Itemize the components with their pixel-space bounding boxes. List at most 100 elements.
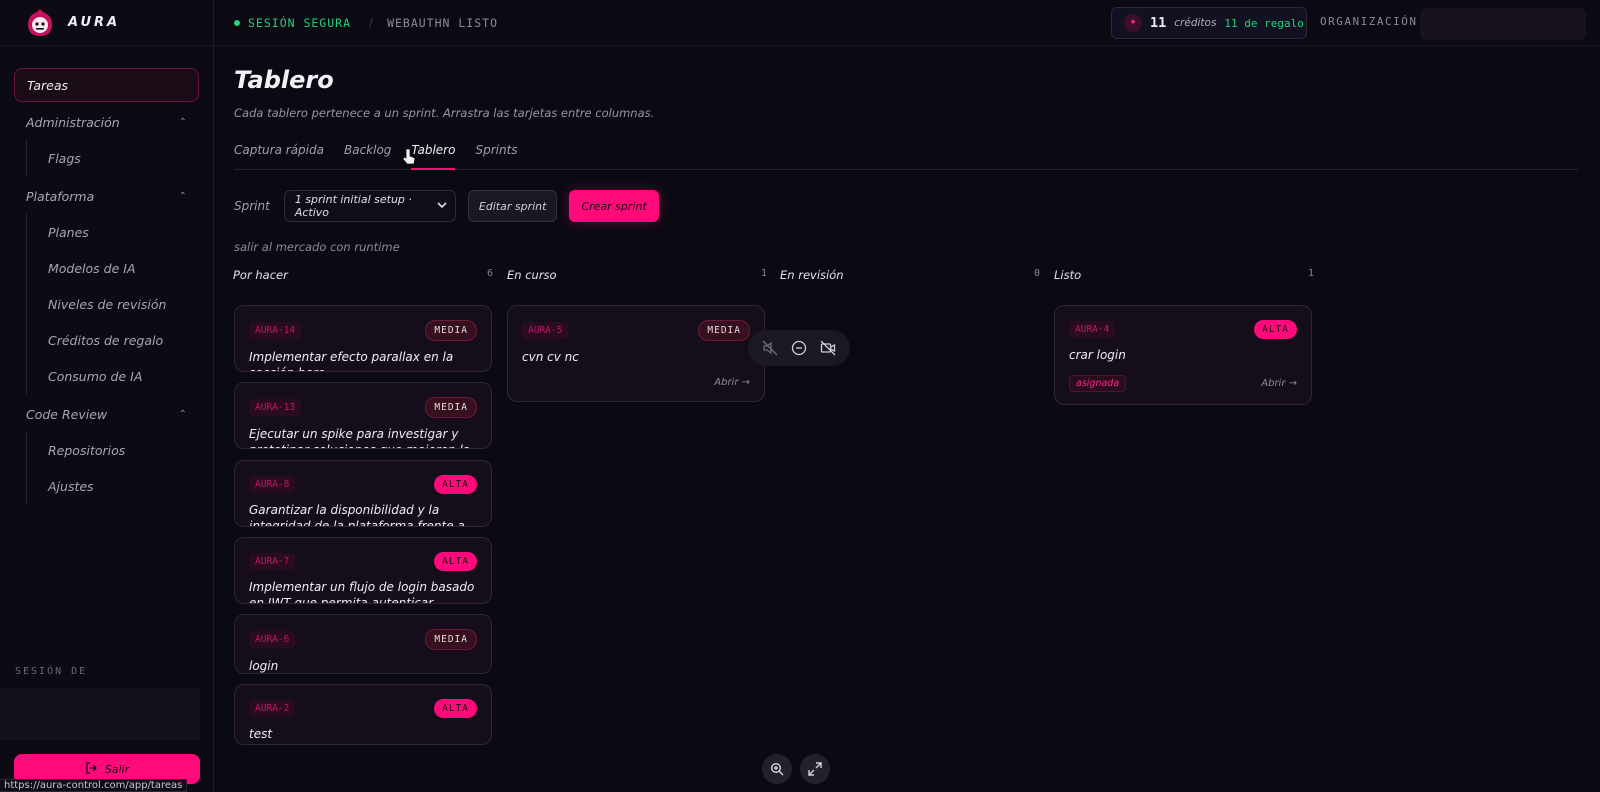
sidebar-item-ajustes[interactable]: Ajustes xyxy=(27,468,199,504)
column-title: En revisión xyxy=(780,268,844,282)
sidebar-group-administracion[interactable]: Administración ⌃ xyxy=(14,104,199,140)
column-count: 0 xyxy=(1033,268,1040,279)
task-card[interactable]: AURA-13 MEDIA Ejecutar un spike para inv… xyxy=(234,382,492,449)
secure-session-status: SESIÓN SEGURA xyxy=(234,16,351,30)
tab-tablero[interactable]: Tablero xyxy=(411,142,456,170)
tab-captura-rapida[interactable]: Captura rápida xyxy=(234,142,324,170)
column-header-en-curso: En curso 1 xyxy=(507,268,767,282)
task-title: Garantizar la disponibilidad y la integr… xyxy=(249,503,465,527)
organization-selector[interactable] xyxy=(1420,8,1586,40)
tab-backlog[interactable]: Backlog xyxy=(344,142,391,170)
task-id: AURA-7 xyxy=(249,553,296,570)
column-title: Por hacer xyxy=(233,268,288,282)
sidebar-group-label: Plataforma xyxy=(26,188,95,204)
assigned-badge: asignada xyxy=(1069,375,1127,392)
zoom-controls xyxy=(762,754,830,784)
sprint-toolbar: Sprint 1 sprint initial setup · Activo E… xyxy=(234,190,659,222)
secure-session-label: SESIÓN SEGURA xyxy=(248,15,352,30)
chevron-up-icon: ⌃ xyxy=(178,116,187,128)
task-id: AURA-6 xyxy=(249,631,296,648)
tab-sprints[interactable]: Sprints xyxy=(475,142,517,170)
pointer-cursor-icon xyxy=(402,148,416,166)
tabs: Captura rápida Backlog Tablero Sprints xyxy=(234,142,1578,170)
task-card[interactable]: AURA-4 ALTA crar login asignada Abrir → xyxy=(1054,305,1312,405)
priority-badge: ALTA xyxy=(434,699,477,718)
task-title: test xyxy=(249,727,273,741)
sidebar-item-repositorios[interactable]: Repositorios xyxy=(27,432,199,468)
priority-badge: ALTA xyxy=(434,475,477,494)
column-header-listo: Listo 1 xyxy=(1054,268,1314,282)
sidebar-nav: Tareas Administración ⌃ Flags Plataforma… xyxy=(0,46,213,504)
sprint-goal: salir al mercado con runtime xyxy=(234,240,400,254)
column-count: 6 xyxy=(486,268,493,279)
sidebar-group-code-review[interactable]: Code Review ⌃ xyxy=(14,396,199,432)
expand-icon[interactable] xyxy=(800,754,830,784)
sprint-select[interactable]: 1 sprint initial setup · Activo xyxy=(283,190,456,222)
sidebar-item-tareas[interactable]: Tareas xyxy=(14,68,199,102)
task-card[interactable]: AURA-14 MEDIA Implementar efecto paralla… xyxy=(234,305,492,372)
task-title: Implementar un flujo de login basado en … xyxy=(249,580,475,604)
page-subtitle: Cada tablero pertenece a un sprint. Arra… xyxy=(234,106,655,120)
sidebar-group-plataforma[interactable]: Plataforma ⌃ xyxy=(14,178,199,214)
create-sprint-button[interactable]: Crear sprint xyxy=(569,190,659,222)
webauthn-status: WEBAUTHN LISTO xyxy=(387,15,498,30)
logo-icon xyxy=(24,7,56,39)
sidebar-item-consumo[interactable]: Consumo de IA xyxy=(27,358,199,394)
sidebar-item-creditos[interactable]: Créditos de regalo xyxy=(27,322,199,358)
column-count: 1 xyxy=(760,268,767,279)
mute-icon[interactable] xyxy=(760,338,780,358)
priority-badge: MEDIA xyxy=(425,629,477,650)
task-title: crar login xyxy=(1069,348,1126,362)
open-task-link[interactable]: Abrir → xyxy=(1261,378,1297,389)
zoom-in-icon[interactable] xyxy=(762,754,792,784)
status-url: https://aura-control.com/app/tareas xyxy=(0,779,188,792)
priority-badge: ALTA xyxy=(1254,320,1297,339)
organization-label: ORGANIZACIÓN: xyxy=(1320,15,1426,28)
task-card[interactable]: AURA-2 ALTA test xyxy=(234,684,492,745)
credits-label: créditos xyxy=(1174,17,1217,29)
priority-badge: MEDIA xyxy=(425,320,477,341)
sidebar-item-flags[interactable]: Flags xyxy=(27,140,199,176)
chevron-up-icon: ⌃ xyxy=(178,190,187,202)
priority-badge: ALTA xyxy=(434,552,477,571)
priority-badge: MEDIA xyxy=(698,320,750,341)
sidebar-item-planes[interactable]: Planes xyxy=(27,214,199,250)
task-card[interactable]: AURA-5 MEDIA cvn cv nc Abrir → xyxy=(507,305,765,402)
task-card[interactable]: AURA-8 ALTA Garantizar la disponibilidad… xyxy=(234,460,492,527)
column-title: En curso xyxy=(507,268,557,282)
credits-badge[interactable]: ✦ 11 créditos 11 de regalo xyxy=(1111,7,1307,39)
task-title: Implementar efecto parallax en la secció… xyxy=(249,350,454,371)
session-label: SESIÓN DE xyxy=(15,666,88,677)
edit-sprint-button[interactable]: Editar sprint xyxy=(467,190,558,222)
task-id: AURA-4 xyxy=(1069,321,1116,338)
session-user-box xyxy=(0,688,200,740)
brand[interactable]: AURA xyxy=(0,0,213,46)
column-title: Listo xyxy=(1054,268,1082,282)
video-off-icon[interactable] xyxy=(818,338,838,358)
sidebar-subnav: Planes Modelos de IA Niveles de revisión… xyxy=(26,214,199,394)
credits-count: 11 xyxy=(1150,15,1167,31)
logout-label: Salir xyxy=(104,762,130,776)
sprint-select-value: 1 sprint initial setup · Activo xyxy=(294,193,412,219)
task-id: AURA-13 xyxy=(249,399,302,416)
task-title: login xyxy=(249,659,279,673)
column-header-por-hacer: Por hacer 6 xyxy=(233,268,493,282)
task-card[interactable]: AURA-6 MEDIA login xyxy=(234,614,492,674)
sidebar-group-label: Code Review xyxy=(26,406,108,422)
select-chevron-icon xyxy=(437,200,447,213)
sidebar-item-modelos[interactable]: Modelos de IA xyxy=(27,250,199,286)
column-header-en-revision: En revisión 0 xyxy=(780,268,1040,282)
sidebar-item-niveles[interactable]: Niveles de revisión xyxy=(27,286,199,322)
task-id: AURA-5 xyxy=(522,322,569,339)
sidebar-subnav: Repositorios Ajustes xyxy=(26,432,199,504)
task-card[interactable]: AURA-7 ALTA Implementar un flujo de logi… xyxy=(234,537,492,604)
credits-gift: 11 de regalo xyxy=(1224,16,1304,30)
minus-circle-icon[interactable] xyxy=(789,338,809,358)
star-icon: ✦ xyxy=(1124,14,1142,32)
sidebar: AURA Tareas Administración ⌃ Flags Plata… xyxy=(0,0,214,792)
chevron-up-icon: ⌃ xyxy=(178,408,187,420)
open-task-link[interactable]: Abrir → xyxy=(714,377,750,388)
priority-badge: MEDIA xyxy=(425,397,477,418)
sidebar-subnav: Flags xyxy=(26,140,199,176)
task-title: cvn cv nc xyxy=(522,350,579,364)
